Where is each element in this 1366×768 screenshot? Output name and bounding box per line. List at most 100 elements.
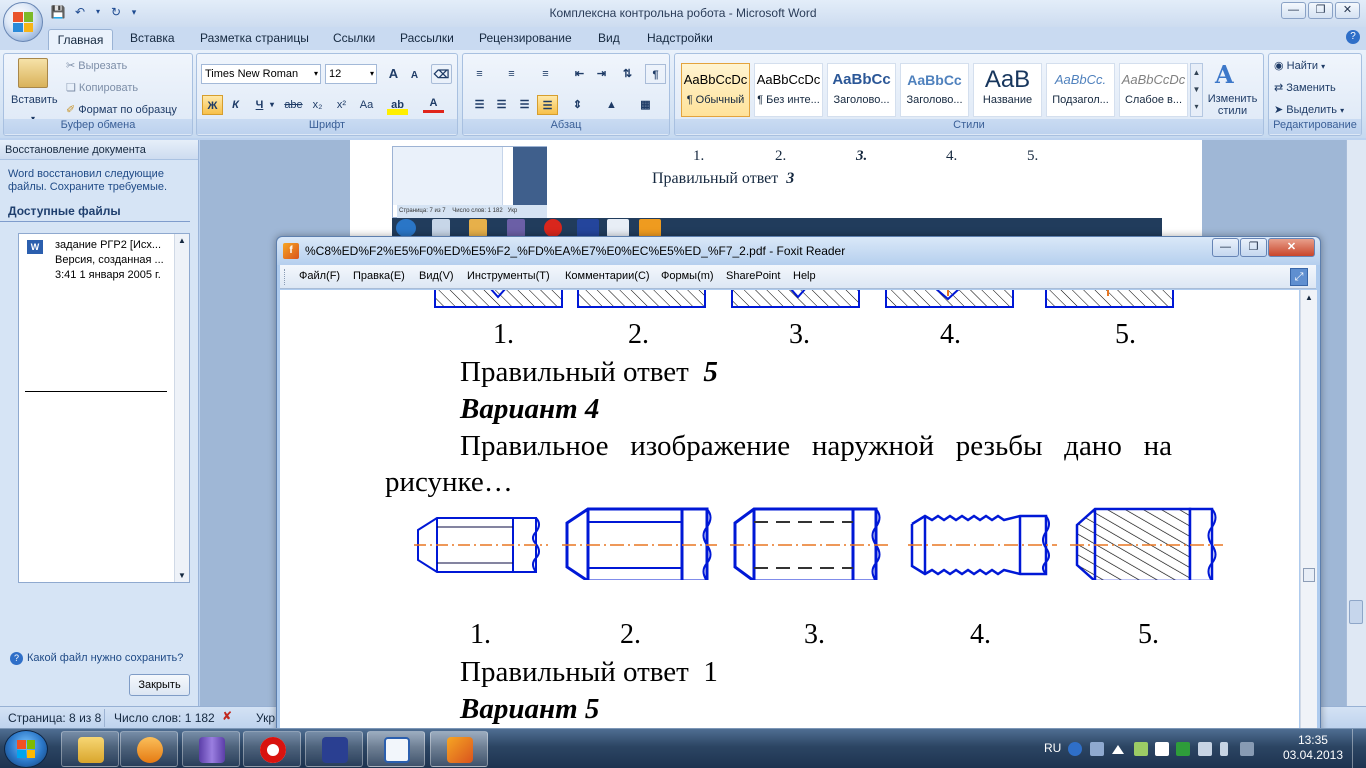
battery-icon[interactable]	[1220, 742, 1228, 756]
align-right-icon[interactable]: ☰	[514, 95, 535, 115]
show-hidden-icons[interactable]	[1112, 745, 1124, 754]
taskbar-explorer[interactable]	[61, 731, 119, 767]
menu-file[interactable]: Файл(F)	[299, 270, 340, 282]
justify-icon[interactable]: ☰	[537, 95, 558, 115]
close-button[interactable]: ✕	[1268, 238, 1315, 257]
taskbar-foxit[interactable]	[430, 731, 488, 767]
line-spacing-icon[interactable]: ⇕	[567, 95, 588, 115]
chevron-down-icon[interactable]: ▾	[267, 95, 277, 115]
style-subtle-emphasis[interactable]: AaBbCcDc Слабое в...	[1119, 63, 1188, 117]
menu-edit[interactable]: Правка(E)	[353, 270, 405, 282]
style-normal[interactable]: AaBbCcDc ¶ Обычный	[681, 63, 750, 117]
multilevel-list-icon[interactable]: ≡	[535, 64, 556, 84]
tray-settings-icon[interactable]	[1090, 742, 1104, 756]
shading-icon[interactable]: ▲	[601, 95, 622, 115]
change-styles-button[interactable]: Изменить стили	[1205, 93, 1260, 117]
volume-icon[interactable]	[1198, 742, 1212, 756]
cut-button[interactable]: ✂ Вырезать	[66, 59, 127, 72]
which-file-help-link[interactable]: ? Какой файл нужно сохранить?	[10, 652, 183, 665]
taskbar-app-purple[interactable]	[182, 731, 240, 767]
maximize-button[interactable]: ❐	[1308, 2, 1333, 19]
scroll-up-icon[interactable]: ▲	[1301, 293, 1317, 302]
find-button[interactable]: ◉ Найти ▾	[1274, 59, 1325, 72]
highlight-icon[interactable]: ab	[387, 95, 408, 115]
tab-view[interactable]: Вид	[598, 31, 620, 45]
format-painter-button[interactable]: ✐ Формат по образцу	[66, 103, 177, 116]
style-title[interactable]: AaB Название	[973, 63, 1042, 117]
shrink-font-button[interactable]: A	[404, 66, 425, 86]
bold-button[interactable]: Ж	[202, 95, 223, 115]
proofing-icon[interactable]: ✘	[222, 709, 232, 723]
bullets-icon[interactable]: ≡	[469, 64, 490, 84]
signal-bars-icon[interactable]	[1176, 742, 1190, 756]
paste-icon[interactable]	[18, 58, 48, 88]
borders-icon[interactable]: ▦	[635, 95, 656, 115]
style-heading1[interactable]: AaBbCc Заголово...	[827, 63, 896, 117]
font-size-combo[interactable]: 12 ▾	[325, 64, 377, 84]
tab-references[interactable]: Ссылки	[333, 31, 375, 45]
tab-page-layout[interactable]: Разметка страницы	[200, 31, 309, 45]
menu-tools[interactable]: Инструменты(T)	[467, 270, 550, 282]
strikethrough-button[interactable]: abe	[283, 95, 304, 115]
scroll-up-icon[interactable]: ▲	[175, 236, 189, 245]
increase-indent-icon[interactable]: ⇥	[591, 64, 612, 84]
font-color-icon[interactable]: A	[423, 95, 444, 113]
tray-bars-icon[interactable]	[1240, 742, 1254, 756]
document-vertical-scrollbar[interactable]	[1346, 140, 1366, 706]
language-indicator[interactable]: Укр	[256, 711, 275, 725]
menu-sharepoint[interactable]: SharePoint	[726, 270, 780, 282]
minimize-button[interactable]: —	[1212, 238, 1239, 257]
align-left-icon[interactable]: ☰	[469, 95, 490, 115]
style-no-spacing[interactable]: AaBbCcDc ¶ Без инте...	[754, 63, 823, 117]
style-heading2[interactable]: AaBbCc Заголово...	[900, 63, 969, 117]
maximize-button[interactable]: ❐	[1240, 238, 1267, 257]
replace-button[interactable]: ⇄ Заменить	[1274, 81, 1336, 94]
copy-button[interactable]: ❏ Копировать	[66, 81, 138, 94]
taskbar-media-player[interactable]	[120, 731, 178, 767]
clear-format-icon[interactable]: ⌫	[431, 64, 452, 84]
taskbar-opera[interactable]	[243, 731, 301, 767]
menu-forms[interactable]: Формы(m)	[661, 270, 714, 282]
styles-scroll[interactable]: ▲ ▼ ▾	[1190, 63, 1203, 117]
taskbar-word[interactable]	[367, 731, 425, 767]
close-button[interactable]: ✕	[1335, 2, 1360, 19]
menu-help[interactable]: Help	[793, 270, 816, 282]
clock[interactable]: 13:35 03.04.2013	[1283, 733, 1343, 763]
office-button[interactable]	[3, 2, 43, 42]
show-desktop-button[interactable]	[1352, 729, 1366, 768]
scroll-thumb[interactable]	[1349, 600, 1363, 624]
network-icon[interactable]	[1134, 742, 1148, 756]
change-case-button[interactable]: Aa	[356, 95, 377, 115]
sort-icon[interactable]: ⇅	[617, 64, 638, 84]
fullscreen-icon[interactable]: ⤢	[1290, 268, 1308, 286]
pdf-vertical-scrollbar[interactable]: ▲	[1300, 290, 1317, 737]
grow-font-button[interactable]: A	[383, 64, 404, 84]
minimize-button[interactable]: —	[1281, 2, 1306, 19]
tab-addins[interactable]: Надстройки	[647, 31, 713, 45]
superscript-button[interactable]: x²	[331, 95, 352, 115]
select-button[interactable]: ➤ Выделить ▾	[1274, 103, 1344, 116]
help-icon[interactable]: ?	[1346, 30, 1360, 44]
list-scrollbar[interactable]: ▲ ▼	[174, 234, 189, 582]
taskbar-save-app[interactable]	[305, 731, 363, 767]
pdf-page-view[interactable]: 1. 2. 3. 4. 5. Правильный ответ 5 Вариан…	[280, 290, 1299, 737]
italic-button[interactable]: К	[225, 95, 246, 115]
menu-view[interactable]: Вид(V)	[419, 270, 454, 282]
paste-button[interactable]: Вставить	[11, 94, 58, 106]
language-indicator[interactable]: RU	[1044, 741, 1061, 755]
tab-mailings[interactable]: Рассылки	[400, 31, 454, 45]
tab-review[interactable]: Рецензирование	[479, 31, 572, 45]
recovery-close-button[interactable]: Закрыть	[129, 674, 190, 696]
change-styles-icon[interactable]: A	[1215, 60, 1234, 89]
decrease-indent-icon[interactable]: ⇤	[569, 64, 590, 84]
tab-home[interactable]: Главная	[48, 29, 113, 51]
recovered-file-item[interactable]: W задание РГР2 [Исх... Версия, созданная…	[27, 238, 177, 283]
font-name-combo[interactable]: Times New Roman ▾	[201, 64, 321, 84]
style-subtitle[interactable]: AaBbCc. Подзагол...	[1046, 63, 1115, 117]
numbering-icon[interactable]: ≡	[501, 64, 522, 84]
flag-icon[interactable]	[1155, 742, 1169, 756]
help-icon[interactable]	[1068, 742, 1082, 756]
tab-insert[interactable]: Вставка	[130, 31, 175, 45]
subscript-button[interactable]: x₂	[307, 95, 328, 115]
start-button[interactable]	[4, 730, 48, 768]
